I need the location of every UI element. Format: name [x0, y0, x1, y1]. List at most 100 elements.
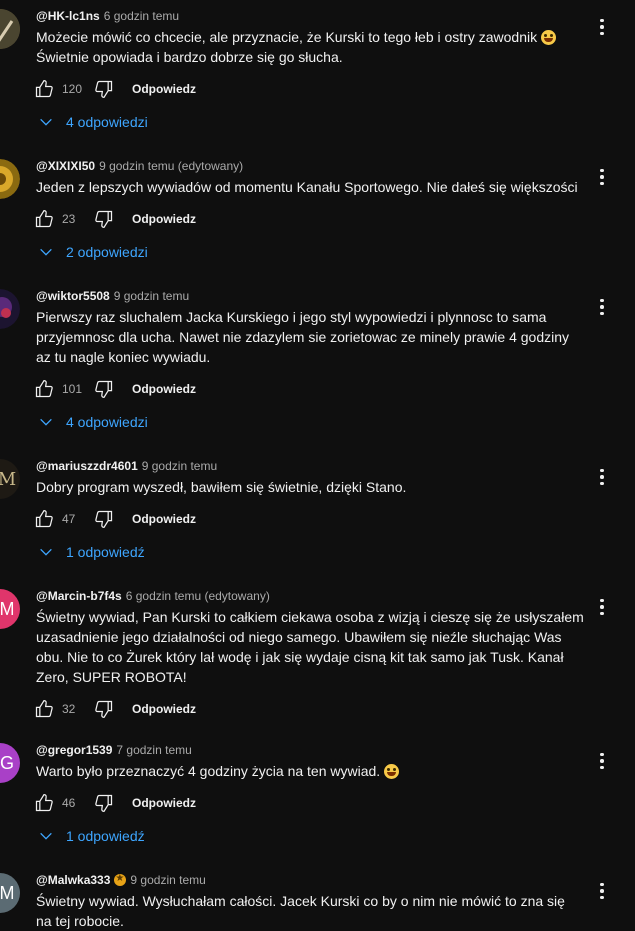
more-actions-icon[interactable] — [596, 881, 608, 901]
dislike-icon[interactable] — [94, 79, 114, 99]
more-actions-icon[interactable] — [596, 167, 608, 187]
comment-text-line: Warto było przeznaczyć 4 godziny życia n… — [36, 763, 381, 779]
reply-button[interactable]: Odpowiedz — [132, 702, 196, 716]
comment-header: @XIXIXI50 9 godzin temu (edytowany) — [36, 159, 243, 173]
comment-actions: 47 Odpowiedz — [34, 509, 196, 529]
comment-actions: 101 Odpowiedz — [34, 379, 196, 399]
avatar-image — [0, 9, 20, 49]
chevron-down-icon — [40, 248, 52, 256]
reply-button[interactable]: Odpowiedz — [132, 512, 196, 526]
comment-author[interactable]: @gregor1539 — [36, 743, 112, 757]
replies-count: 1 odpowiedź — [66, 828, 145, 844]
reply-button[interactable]: Odpowiedz — [132, 382, 196, 396]
like-icon[interactable] — [34, 379, 54, 399]
avatar[interactable]: M — [0, 873, 20, 913]
comment-actions: 23 Odpowiedz — [34, 209, 196, 229]
dislike-icon[interactable] — [94, 379, 114, 399]
like-count: 47 — [62, 512, 76, 526]
comment-text-line: uzasadnienie jego działalności od niego … — [36, 629, 562, 645]
comment-time[interactable]: 6 godzin temu — [104, 9, 179, 23]
comment-author[interactable]: @Marcin-b7f4s — [36, 589, 122, 603]
avatar-letter: M — [0, 468, 17, 490]
comment-text-line: Pierwszy raz sluchalem Jacka Kurskiego i… — [36, 309, 547, 325]
like-icon[interactable] — [34, 699, 54, 719]
dislike-icon[interactable] — [94, 509, 114, 529]
view-replies-button[interactable]: 2 odpowiedzi — [38, 242, 148, 262]
comment-header: @HK-lc1ns 6 godzin temu — [36, 9, 179, 23]
more-actions-icon[interactable] — [596, 597, 608, 617]
like-icon[interactable] — [34, 509, 54, 529]
avatar-letter: M — [0, 882, 15, 903]
comment-actions: 46 Odpowiedz — [34, 793, 196, 813]
comment-text: Dobry program wyszedł, bawiłem się świet… — [36, 477, 588, 497]
comment-text: Świetny wywiad, Pan Kurski to całkiem ci… — [36, 607, 588, 687]
more-actions-icon[interactable] — [596, 297, 608, 317]
comment-text-line: przyjemnosc dla ucha. Nawet nie zdazylem… — [36, 329, 570, 345]
comment-time[interactable]: 7 godzin temu — [116, 743, 191, 757]
comment-actions: 120 Odpowiedz — [34, 79, 196, 99]
view-replies-button[interactable]: 4 odpowiedzi — [38, 412, 148, 432]
replies-count: 2 odpowiedzi — [66, 244, 148, 260]
comment-header: @gregor1539 7 godzin temu — [36, 743, 192, 757]
comment-text: Pierwszy raz sluchalem Jacka Kurskiego i… — [36, 307, 588, 367]
comment-author[interactable]: @wiktor5508 — [36, 289, 110, 303]
avatar[interactable]: M — [0, 589, 20, 629]
comment-text-line: Świetny wywiad. Wysłuchałam całości. Jac… — [36, 893, 565, 909]
comment-author[interactable]: @HK-lc1ns — [36, 9, 100, 23]
comment-author[interactable]: @Malwka333 — [36, 873, 110, 887]
comment-text-line: Jeden z lepszych wywiadów od momentu Kan… — [36, 179, 578, 195]
replies-count: 4 odpowiedzi — [66, 414, 148, 430]
view-replies-button[interactable]: 1 odpowiedź — [38, 542, 145, 562]
avatar-image — [0, 159, 20, 199]
avatar[interactable] — [0, 9, 20, 49]
comment-text-line: obu. Nie to co Żurek który lał wodę i ja… — [36, 649, 564, 665]
view-replies-button[interactable]: 1 odpowiedź — [38, 826, 145, 846]
more-actions-icon[interactable] — [596, 751, 608, 771]
like-count: 120 — [62, 82, 83, 96]
view-replies-button[interactable]: 4 odpowiedzi — [38, 112, 148, 132]
comment-time[interactable]: 9 godzin temu (edytowany) — [99, 159, 243, 173]
comment-time[interactable]: 6 godzin temu (edytowany) — [126, 589, 270, 603]
avatar[interactable]: G — [0, 743, 20, 783]
comment-actions: 32 Odpowiedz — [34, 699, 196, 719]
comment-text-line: na tej robocie. — [36, 913, 124, 929]
dislike-icon[interactable] — [94, 793, 114, 813]
comment-text-line: Możecie mówić co chcecie, ale przyznacie… — [36, 29, 538, 45]
comment-text: Jeden z lepszych wywiadów od momentu Kan… — [36, 177, 588, 197]
like-count: 46 — [62, 796, 76, 810]
like-count: 32 — [62, 702, 76, 716]
like-icon[interactable] — [34, 209, 54, 229]
comment-text-line: Świetny wywiad, Pan Kurski to całkiem ci… — [36, 609, 584, 625]
avatar-image — [0, 289, 20, 329]
chevron-down-icon — [40, 548, 52, 556]
reply-button[interactable]: Odpowiedz — [132, 82, 196, 96]
comment-time[interactable]: 9 godzin temu — [114, 289, 189, 303]
like-icon[interactable] — [34, 793, 54, 813]
more-actions-icon[interactable] — [596, 17, 608, 37]
comment-author[interactable]: @mariuszzdr4601 — [36, 459, 138, 473]
comment-text: Warto było przeznaczyć 4 godziny życia n… — [36, 761, 588, 781]
dislike-icon[interactable] — [94, 699, 114, 719]
comment-text-line: Dobry program wyszedł, bawiłem się świet… — [36, 479, 407, 495]
comment-header: @wiktor5508 9 godzin temu — [36, 289, 189, 303]
chevron-down-icon — [40, 418, 52, 426]
like-count: 23 — [62, 212, 76, 226]
like-icon[interactable] — [34, 79, 54, 99]
member-badge-icon — [114, 872, 127, 886]
avatar[interactable] — [0, 289, 20, 329]
avatar-letter: G — [0, 752, 14, 773]
laughing-face-emoji — [384, 764, 400, 779]
comment-time[interactable]: 9 godzin temu — [142, 459, 217, 473]
comment-text-line: Zero, SUPER ROBOTA! — [36, 669, 187, 685]
replies-count: 1 odpowiedź — [66, 544, 145, 560]
reply-button[interactable]: Odpowiedz — [132, 796, 196, 810]
comment-author[interactable]: @XIXIXI50 — [36, 159, 95, 173]
more-actions-icon[interactable] — [596, 467, 608, 487]
avatar[interactable]: M — [0, 459, 20, 499]
dislike-icon[interactable] — [94, 209, 114, 229]
reply-button[interactable]: Odpowiedz — [132, 212, 196, 226]
avatar[interactable] — [0, 159, 20, 199]
replies-count: 4 odpowiedzi — [66, 114, 148, 130]
comment-header: @Malwka333 9 godzin temu — [36, 872, 206, 887]
comment-time[interactable]: 9 godzin temu — [130, 873, 205, 887]
